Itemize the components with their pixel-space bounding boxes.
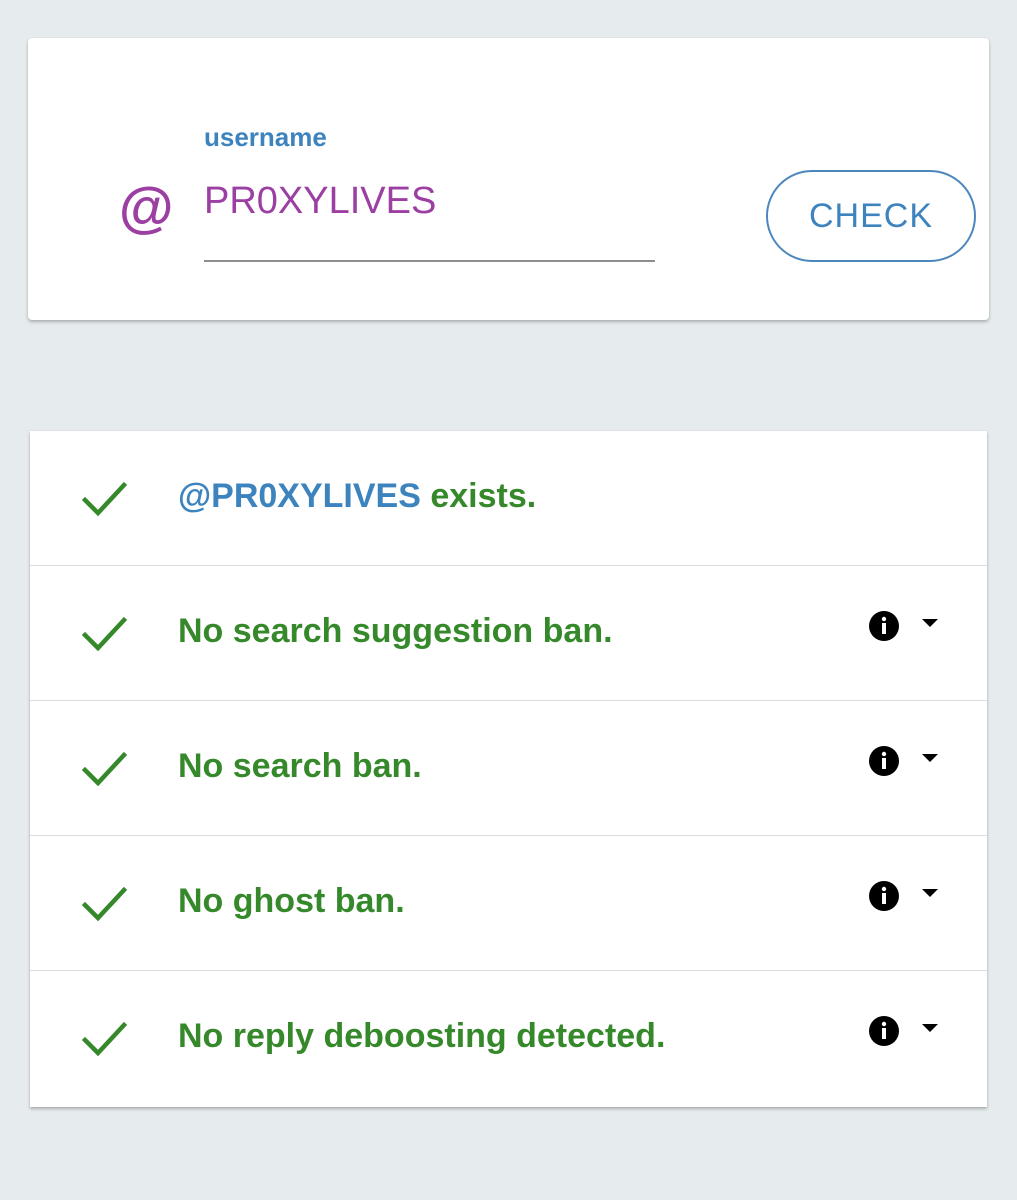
username-input-underline bbox=[204, 260, 655, 262]
username-handle: @PR0XYLIVES bbox=[178, 477, 421, 515]
username-search-card: @ username PR0XYLIVES CHECK bbox=[28, 38, 989, 320]
chevron-down-icon[interactable] bbox=[922, 889, 938, 899]
check-icon bbox=[81, 1021, 128, 1057]
result-row-search-ban: No search ban. bbox=[30, 701, 987, 836]
info-icon[interactable] bbox=[868, 610, 900, 642]
result-label: No ghost ban. bbox=[178, 882, 405, 920]
chevron-down-icon[interactable] bbox=[922, 619, 938, 629]
check-icon bbox=[81, 481, 128, 517]
exists-suffix: exists. bbox=[420, 477, 537, 515]
check-icon bbox=[81, 751, 128, 787]
chevron-down-icon[interactable] bbox=[922, 1024, 938, 1034]
result-exists-text: @PR0XYLIVES exists. bbox=[178, 477, 536, 516]
info-icon[interactable] bbox=[868, 1015, 900, 1047]
result-row-search-suggestion-ban: No search suggestion ban. bbox=[30, 566, 987, 701]
check-icon bbox=[81, 886, 128, 922]
results-card: @PR0XYLIVES exists. No search suggestion… bbox=[30, 431, 987, 1107]
result-row-reply-deboosting: No reply deboosting detected. bbox=[30, 971, 987, 1106]
at-sign-icon: @ bbox=[118, 176, 173, 239]
username-field-label: username bbox=[204, 122, 327, 152]
check-button[interactable]: CHECK bbox=[766, 170, 976, 262]
chevron-down-icon[interactable] bbox=[922, 754, 938, 764]
info-icon[interactable] bbox=[868, 880, 900, 912]
check-icon bbox=[81, 616, 128, 652]
result-label: No search ban. bbox=[178, 747, 422, 785]
result-label: No reply deboosting detected. bbox=[178, 1017, 666, 1055]
result-row-exists: @PR0XYLIVES exists. bbox=[30, 431, 987, 566]
result-label: No search suggestion ban. bbox=[178, 612, 613, 650]
info-icon[interactable] bbox=[868, 745, 900, 777]
username-input[interactable]: PR0XYLIVES bbox=[204, 182, 436, 220]
result-row-ghost-ban: No ghost ban. bbox=[30, 836, 987, 971]
